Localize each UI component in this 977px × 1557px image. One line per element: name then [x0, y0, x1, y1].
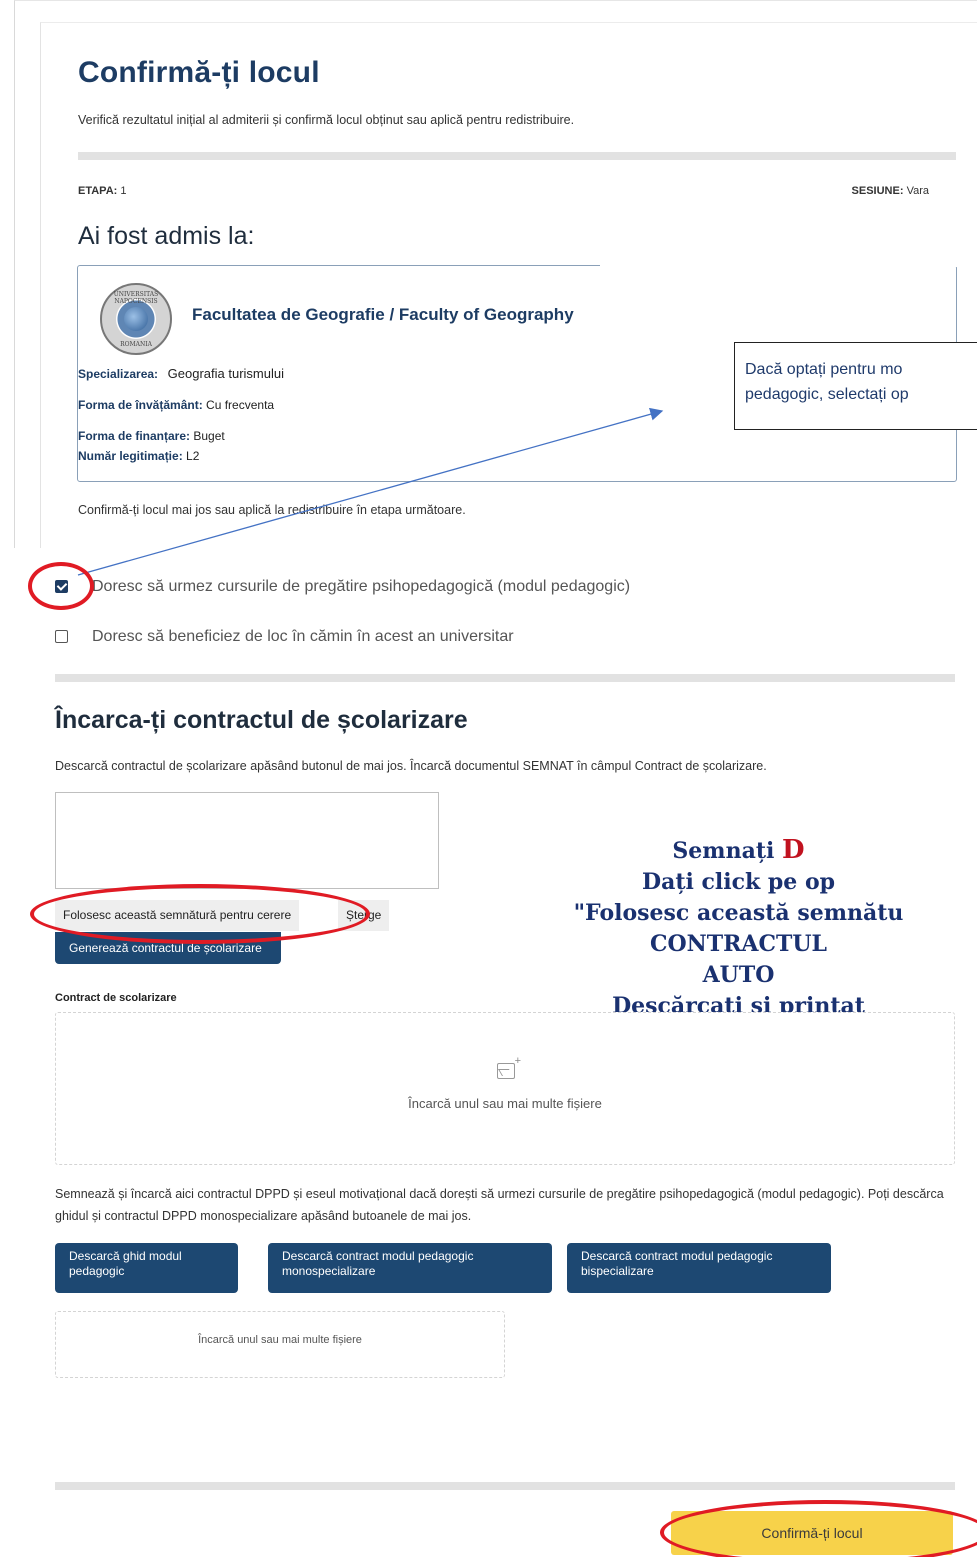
specializare-row: Specializarea: Geografia turismului: [78, 366, 284, 381]
confirm-note: Confirmă-ți locul mai jos sau aplică la …: [78, 503, 466, 517]
contract-section-description: Descarcă contractul de școlarizare apăsâ…: [55, 759, 767, 773]
forma-finantare-value: Buget: [193, 429, 225, 443]
admission-heading: Ai fost admis la:: [78, 222, 255, 250]
contract-section-title: Încarca-ți contractul de școlarizare: [55, 706, 468, 734]
sesiune-value: Vara: [906, 185, 929, 197]
faculty-name: Facultatea de Geografie / Faculty of Geo…: [192, 305, 574, 324]
annotation-callout: Dacă optați pentru mo pedagogic, selecta…: [734, 342, 977, 430]
callout-line-2: pedagogic, selectați op: [745, 386, 909, 403]
contract-dropzone-text: Încarcă unul sau mai multe fișiere: [408, 1096, 602, 1111]
card-edge-mask: [600, 264, 960, 267]
forma-invatamant-label: Forma de învățământ:: [78, 398, 203, 412]
pedagogic-label: Doresc să urmez cursurile de pregătire p…: [92, 578, 631, 595]
callout-line-1: Dacă optați pentru mo: [745, 361, 903, 378]
page-subtitle: Verifică rezultatul inițial al admiterii…: [78, 113, 575, 127]
globe-icon: [124, 307, 148, 331]
instruction-line-1: Semnați D: [672, 835, 805, 865]
instruction-line-4: CONTRACTUL: [649, 931, 828, 957]
numar-legitimatie-label: Număr legitimație:: [78, 449, 183, 463]
sesiune-label: SESIUNE:: [851, 185, 904, 197]
numar-legitimatie-row: Număr legitimație: L2: [78, 449, 199, 463]
etapa-value: 1: [120, 185, 127, 197]
highlight-confirm-button: [660, 1500, 977, 1557]
divider: [78, 152, 956, 160]
camin-checkbox[interactable]: [55, 630, 68, 643]
logo-text-bottom: ROMANIA: [120, 341, 152, 348]
dppd-dropzone[interactable]: Încarcă unul sau mai multe fișiere: [55, 1311, 505, 1378]
sesiune-indicator: SESIUNE: Vara: [852, 185, 929, 197]
forma-finantare-row: Forma de finanțare: Buget: [78, 429, 225, 443]
contract-dropzone[interactable]: Încarcă unul sau mai multe fișiere: [55, 1012, 955, 1165]
divider: [55, 674, 955, 682]
forma-invatamant-value: Cu frecventa: [206, 398, 275, 412]
highlight-signature-button: [30, 884, 370, 944]
image-upload-icon: [497, 1055, 521, 1079]
instruction-line-2: Dați click pe op: [641, 869, 835, 895]
etapa-label: ETAPA:: [78, 185, 118, 197]
numar-legitimatie-value: L2: [186, 449, 200, 463]
download-mono-contract-button[interactable]: Descarcă contract modul pedagogic monosp…: [268, 1243, 552, 1293]
download-bi-contract-button[interactable]: Descarcă contract modul pedagogic bispec…: [567, 1243, 831, 1293]
specializare-value: Geografia turismului: [167, 366, 284, 381]
logo-text-top: UNIVERSITAS NAPOCENSIS: [113, 291, 159, 305]
camin-label: Doresc să beneficiez de loc în cămin în …: [92, 628, 514, 645]
instruction-line-3: "Folosesc această semnătu: [573, 900, 904, 926]
download-guide-button[interactable]: Descarcă ghid modul pedagogic: [55, 1243, 238, 1293]
forma-finantare-label: Forma de finanțare:: [78, 429, 191, 443]
etapa-indicator: ETAPA: 1: [78, 185, 127, 197]
forma-invatamant-row: Forma de învățământ: Cu frecventa: [78, 398, 274, 412]
university-logo-icon: UNIVERSITAS NAPOCENSIS ROMANIA: [100, 283, 172, 355]
divider: [55, 1482, 955, 1490]
specializare-label: Specializarea:: [78, 367, 159, 381]
page-title: Confirmă-ți locul: [78, 56, 320, 89]
instruction-line-5: AUTO: [702, 962, 775, 988]
contract-upload-label: Contract de scolarizare: [55, 992, 177, 1004]
signature-pad[interactable]: [55, 792, 439, 889]
highlight-checkbox: [28, 562, 94, 610]
dppd-description: Semnează și încarcă aici contractul DPPD…: [55, 1187, 944, 1223]
dppd-dropzone-text: Încarcă unul sau mai multe fișiere: [198, 1334, 362, 1346]
